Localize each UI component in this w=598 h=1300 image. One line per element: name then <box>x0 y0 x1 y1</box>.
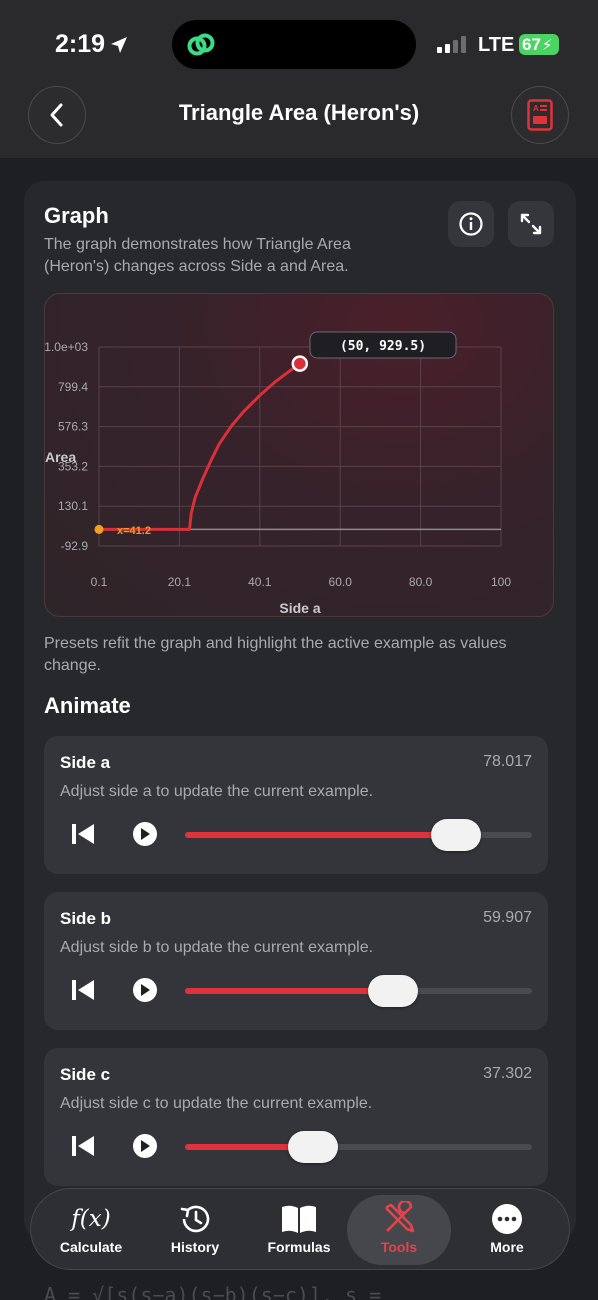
slider-card-side-b: Side b 59.907 Adjust side b to update th… <box>44 892 548 1030</box>
x-tick-label: 60.0 <box>329 575 353 589</box>
slider-fill <box>185 832 456 838</box>
x-tick-label: 0.1 <box>91 575 108 589</box>
slider-thumb[interactable] <box>288 1131 339 1163</box>
rewind-icon[interactable] <box>70 978 96 1002</box>
network-label: LTE <box>478 34 515 56</box>
slider-track[interactable] <box>185 819 532 851</box>
status-bar: 2:19 LTE 67 ⚡ <box>0 0 598 80</box>
rewind-icon[interactable] <box>70 822 96 846</box>
x-axis-label: Side a <box>279 600 320 616</box>
highlight-point <box>291 355 309 372</box>
info-button[interactable] <box>448 201 494 247</box>
y-tick-label: -92.9 <box>61 539 89 553</box>
tab-history[interactable]: History <box>143 1195 247 1265</box>
svg-text:A: A <box>533 104 539 113</box>
x-tick-label: 80.0 <box>409 575 433 589</box>
signal-bars-icon <box>437 36 466 53</box>
dynamic-island <box>172 20 416 69</box>
tab-more[interactable]: More <box>455 1195 559 1265</box>
play-button[interactable] <box>133 1134 157 1158</box>
charging-bolt-icon: ⚡ <box>541 36 553 54</box>
tab-bar: f(x) Calculate History Formulas Tools Mo… <box>30 1188 570 1270</box>
slider-description: Adjust side a to update the current exam… <box>60 783 374 800</box>
play-icon <box>141 1140 150 1152</box>
y-axis-label: Area <box>45 449 76 465</box>
slider-card-side-a: Side a 78.017 Adjust side a to update th… <box>44 736 548 874</box>
slider-label: Side c <box>60 1065 111 1084</box>
slider-fill <box>185 988 394 994</box>
graph-description: The graph demonstrates how Triangle Area… <box>44 236 351 275</box>
tools-icon <box>381 1201 417 1235</box>
slider-label: Side a <box>60 753 111 772</box>
info-icon <box>459 212 483 236</box>
slider-value: 37.302 <box>483 1065 532 1082</box>
expand-button[interactable] <box>508 201 554 247</box>
battery-icon: 67 ⚡ <box>519 34 559 55</box>
area-series-line <box>97 362 302 531</box>
y-tick-label: 1.0e+03 <box>45 340 88 354</box>
page-title: Triangle Area (Heron's) <box>178 100 420 125</box>
slider-track[interactable] <box>185 975 532 1007</box>
slider-value: 59.907 <box>483 909 532 926</box>
play-button[interactable] <box>133 978 157 1002</box>
rewind-icon[interactable] <box>70 1134 96 1158</box>
animate-heading: Animate <box>44 693 131 718</box>
tab-label: Tools <box>380 1239 418 1255</box>
chart-svg: 0.1 20.1 40.1 60.0 80.0 1001.0e+03799.4576.33… <box>45 331 511 616</box>
preset-note: Presets refit the graph and highlight th… <box>44 635 507 674</box>
start-point <box>94 524 104 534</box>
graph-heading: Graph <box>44 203 109 228</box>
slider-card-side-c: Side c 37.302 Adjust side c to update th… <box>44 1048 548 1186</box>
y-tick-label: 130.1 <box>58 499 88 513</box>
area-chart[interactable]: 0.1 20.1 40.1 60.0 80.0 100 1.0e+03 799.4 576.3 3… <box>44 293 554 617</box>
formula-preview: A = √[s(s−a)(s−b)(s−c)], s = <box>44 1283 382 1300</box>
slider-description: Adjust side c to update the current exam… <box>60 1095 373 1112</box>
x-tick-label: 20.1 <box>168 575 192 589</box>
reference-card-button[interactable]: A <box>511 86 569 144</box>
tab-calculate[interactable]: f(x) Calculate <box>39 1195 143 1265</box>
y-tick-label: 576.3 <box>58 420 88 434</box>
tab-label: More <box>490 1239 524 1255</box>
slider-label: Side b <box>60 909 112 928</box>
location-arrow-icon <box>111 36 128 53</box>
link-rings-icon <box>187 33 215 56</box>
play-icon <box>141 828 150 840</box>
function-icon: f(x) <box>71 1206 111 1232</box>
tab-label: Formulas <box>267 1239 331 1255</box>
slider-value: 78.017 <box>483 753 532 770</box>
expand-arrows-icon <box>520 213 542 235</box>
history-icon <box>178 1203 212 1235</box>
graph-card: Graph The graph demonstrates how Triangl… <box>24 181 576 1241</box>
slider-thumb[interactable] <box>368 975 419 1007</box>
y-tick-label: 799.4 <box>58 380 88 394</box>
formula-sheet-icon: A <box>527 99 553 131</box>
more-icon <box>491 1203 523 1235</box>
battery-level: 67 <box>522 34 541 54</box>
play-icon <box>141 984 150 996</box>
tab-label: History <box>170 1239 220 1255</box>
x-tick-label: 100 <box>491 575 511 589</box>
marker-label: x=41.2 <box>117 525 151 537</box>
tab-label: Calculate <box>59 1239 123 1255</box>
play-button[interactable] <box>133 822 157 846</box>
x-tick-label: 40.1 <box>248 575 272 589</box>
clock-text: 2:19 <box>55 30 106 58</box>
slider-thumb[interactable] <box>430 819 481 851</box>
tab-formulas[interactable]: Formulas <box>247 1195 351 1265</box>
book-icon <box>280 1203 318 1235</box>
nav-header: Triangle Area (Heron's) A <box>0 80 598 158</box>
status-time: 2:19 <box>55 30 129 59</box>
slider-description: Adjust side b to update the current exam… <box>60 939 374 956</box>
slider-track[interactable] <box>185 1131 532 1163</box>
tab-tools[interactable]: Tools <box>347 1195 451 1265</box>
tooltip-text: (50, 929.5) <box>340 339 426 354</box>
